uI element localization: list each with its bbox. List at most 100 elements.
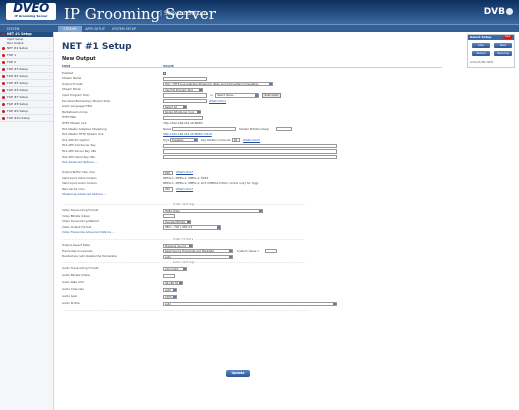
streaming-advanced-link[interactable]: Streaming Advanced Options ... <box>62 192 106 198</box>
reload-button[interactable]: Reload <box>472 51 490 56</box>
out-buffer-input[interactable]: 500 <box>163 170 173 175</box>
video-settings-divider: ----------------------------------------… <box>62 203 306 206</box>
row-audio-profile: Audio Profile Auto <box>62 301 442 307</box>
sidebar: NET #1 Setup Input Setup Mux Output NET … <box>0 32 54 410</box>
sidebar-item-file3[interactable]: FILE #3 Setup › <box>0 66 53 73</box>
chevron-icon: › <box>48 67 50 71</box>
audio-format-select[interactable]: AAC Audio <box>163 266 187 271</box>
row-hls-client-key: HLS AES Client Key URL <box>62 155 442 161</box>
row-audio-gain: Audio Gain 100% <box>62 294 442 300</box>
scan-input-button[interactable]: Scan Input <box>262 93 281 98</box>
chevron-icon: › <box>48 95 50 99</box>
video-advanced-link[interactable]: Video Transcode Advanced Options ... <box>62 230 115 236</box>
http-path-input[interactable] <box>163 115 203 121</box>
framerate-select[interactable]: Keep Source Framerate and Metadata <box>163 249 233 254</box>
program-select[interactable]: Select Value... <box>215 93 259 98</box>
sidebar-item-file5[interactable]: FILE #5 Setup › <box>0 80 53 87</box>
hls-name-input[interactable] <box>172 127 236 132</box>
status-dot-icon <box>2 47 5 51</box>
row-video-out: Video Output Format 480i -- 720 x 480 4:3 <box>62 225 442 231</box>
status-dot-icon <box>2 117 5 121</box>
multistream-select[interactable]: Single bitrate per mux <box>163 110 201 115</box>
hls-cgi-input[interactable] <box>163 143 337 149</box>
col-value: VALUE <box>163 64 174 68</box>
chevron-icon: › <box>48 53 50 57</box>
sidebar-item-file9[interactable]: FILE #9 Setup › <box>0 108 53 115</box>
tab-system-setup[interactable]: SYSTEM SETUP <box>112 26 136 32</box>
status-dot-icon <box>2 68 5 72</box>
video-bitrate-input[interactable] <box>163 214 175 219</box>
row-audio-rate: Audio Rate (Hz) 44,100 Hz <box>62 280 442 286</box>
row-audio-channels: Audio Channels Auto <box>62 287 442 293</box>
cache-help-link[interactable]: What's this? <box>176 187 193 193</box>
end-divider: ----------------------------------------… <box>62 309 309 312</box>
status-dot-icon <box>2 96 5 100</box>
sidebar-item-file2[interactable]: FILE 2 › <box>0 59 53 66</box>
hls-advanced-link[interactable]: HLS Advanced Options ... <box>62 160 97 166</box>
hls-client-key-input[interactable] <box>163 155 337 160</box>
custom-framerate-input[interactable] <box>265 249 277 254</box>
app-header: DVEO IP Grooming Server IP Grooming Serve… <box>0 0 519 24</box>
audio-rate-select[interactable]: 44,100 Hz <box>163 280 183 285</box>
save-log-button[interactable]: Save Log <box>494 51 512 56</box>
status-dot-icon <box>2 33 5 36</box>
app-subtitle: | Stream Setup <box>160 10 206 17</box>
chevron-icon: › <box>48 81 50 85</box>
main-tabs: SYSTEM STATUS STREAM SETUP APPS SETUP SY… <box>0 24 519 37</box>
sidebar-item-file6[interactable]: FILE #6 Setup › <box>0 87 53 94</box>
audio-bitrate-input[interactable] <box>163 273 175 278</box>
sidebar-item-file7[interactable]: FILE #7 Setup › <box>0 94 53 101</box>
sidebar-item-file4[interactable]: FILE #4 Setup › <box>0 73 53 80</box>
chevron-icon: › <box>48 88 50 92</box>
excluded-input[interactable] <box>163 99 207 104</box>
sidebar-item-file1[interactable]: FILE 1 › <box>0 52 53 59</box>
audio-lang-select[interactable]: Select All <box>163 104 187 109</box>
tab-apps-setup[interactable]: APPS SETUP <box>84 26 106 32</box>
output-format-select[interactable]: HLS - HTTP Live Adaptive Streaming (Roku… <box>163 82 273 87</box>
row-deinterlace: Deinterlace (will disable the framerate)… <box>62 254 442 260</box>
status-dot-icon <box>2 61 5 65</box>
max-cache-input[interactable]: 200 <box>163 187 173 192</box>
control-panel: Select Setup SAVE Stop Start Reload Save … <box>467 34 515 68</box>
status-dot-icon <box>2 75 5 79</box>
chevron-icon: › <box>48 102 50 106</box>
encryption-type-select[interactable]: Disabled <box>170 138 198 143</box>
audio-channels-select[interactable]: Auto <box>163 287 177 292</box>
status-dot-icon <box>2 54 5 58</box>
status-dot-icon <box>2 82 5 86</box>
chevron-icon: › <box>48 46 50 50</box>
tab-stream-setup[interactable]: STREAM SETUP <box>58 26 82 37</box>
video-output-select[interactable]: 480i -- 720 x 480 4:3 <box>163 225 221 230</box>
stream-mode-select[interactable]: Use Full Program Mux <box>163 87 203 93</box>
stream-name-input[interactable] <box>163 76 207 81</box>
program-id-input[interactable] <box>163 93 207 98</box>
key-rotation-input[interactable]: 60 <box>232 138 240 143</box>
sidebar-item-file8[interactable]: FILE #8 Setup › <box>0 101 53 108</box>
dvb-globe-icon <box>506 8 513 15</box>
update-button[interactable]: Update <box>226 370 250 377</box>
control-panel-header: Select Setup SAVE <box>468 35 514 40</box>
deinterlace-select[interactable]: Auto <box>163 254 233 259</box>
sidebar-item-file10[interactable]: FILE #10 Setup › <box>0 115 53 122</box>
hls-key-url-input[interactable] <box>163 149 337 154</box>
video-format-select[interactable]: H264 Video <box>163 208 263 213</box>
hls-bitrate-input[interactable] <box>276 127 292 132</box>
enabled-checkbox[interactable] <box>163 71 166 75</box>
audio-settings-divider: ----------------------------------------… <box>62 261 306 264</box>
dvb-logo: DVB <box>483 7 505 17</box>
status-dot-icon <box>2 89 5 93</box>
save-badge[interactable]: SAVE <box>503 36 512 39</box>
start-button[interactable]: Start <box>494 43 512 48</box>
chevron-icon: › <box>48 74 50 78</box>
sidebar-item-net2[interactable]: NET #2 Setup › <box>0 45 53 52</box>
sidebar-item-net1[interactable]: NET #1 Setup <box>0 32 53 37</box>
video-filters-divider: ----------------------------------------… <box>62 238 305 241</box>
audio-gain-select[interactable]: 100% <box>163 294 177 299</box>
status-dot-icon <box>2 103 5 107</box>
audio-profile-select[interactable]: Auto <box>163 301 337 306</box>
aspect-select[interactable]: Preserve Source <box>163 243 193 248</box>
stop-button[interactable]: Stop <box>472 43 490 48</box>
active-profile-text: Active Profile: NET1 <box>470 61 494 64</box>
col-item: ITEM <box>62 64 71 68</box>
video-method-select[interactable]: Average Bitrate <box>163 219 191 224</box>
